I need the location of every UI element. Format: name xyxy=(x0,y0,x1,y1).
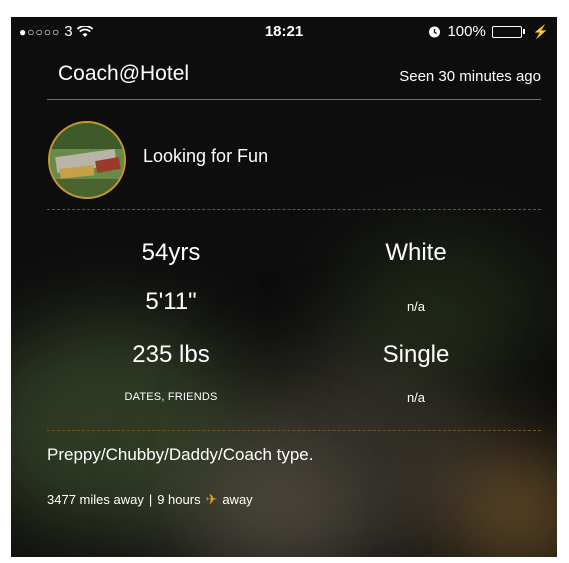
profile-screen: ●○○○○ 3 18:21 100% ⚡ Coach@Hotel Seen 30… xyxy=(11,17,557,557)
distance-miles: 3477 miles away xyxy=(47,492,144,507)
charging-bolt-icon: ⚡ xyxy=(532,23,549,39)
airplane-icon: ✈ xyxy=(205,491,218,507)
height-value: 5'11" xyxy=(145,288,197,315)
section-divider xyxy=(47,209,541,210)
profile-name: Coach@Hotel xyxy=(58,62,190,85)
last-seen: Seen 30 minutes ago xyxy=(399,68,541,85)
time-difference: 9 hours xyxy=(157,492,201,507)
section-divider xyxy=(47,430,541,431)
relationship-value: Single xyxy=(382,341,450,368)
distance-info: 3477 miles away | 9 hours ✈ away xyxy=(47,491,253,508)
header-divider xyxy=(47,99,541,100)
alarm-icon xyxy=(428,25,441,38)
weight-value: 235 lbs xyxy=(132,341,210,368)
status-bar: ●○○○○ 3 18:21 100% ⚡ xyxy=(11,17,557,47)
extra-value: n/a xyxy=(406,390,426,405)
away-label: away xyxy=(222,492,253,507)
looking-for-status: Looking for Fun xyxy=(143,146,269,166)
status-right: 100% ⚡ xyxy=(428,23,549,40)
battery-icon xyxy=(491,25,525,38)
body-type-value: n/a xyxy=(406,299,426,314)
bio-text: Preppy/Chubby/Daddy/Coach type. xyxy=(47,445,314,464)
age-value: 54yrs xyxy=(141,239,201,266)
looking-for-value: DATES, FRIENDS xyxy=(124,391,218,403)
battery-percent: 100% xyxy=(447,23,486,40)
ethnicity-value: White xyxy=(385,239,447,266)
avatar[interactable] xyxy=(48,121,126,199)
distance-separator: | xyxy=(148,492,153,507)
